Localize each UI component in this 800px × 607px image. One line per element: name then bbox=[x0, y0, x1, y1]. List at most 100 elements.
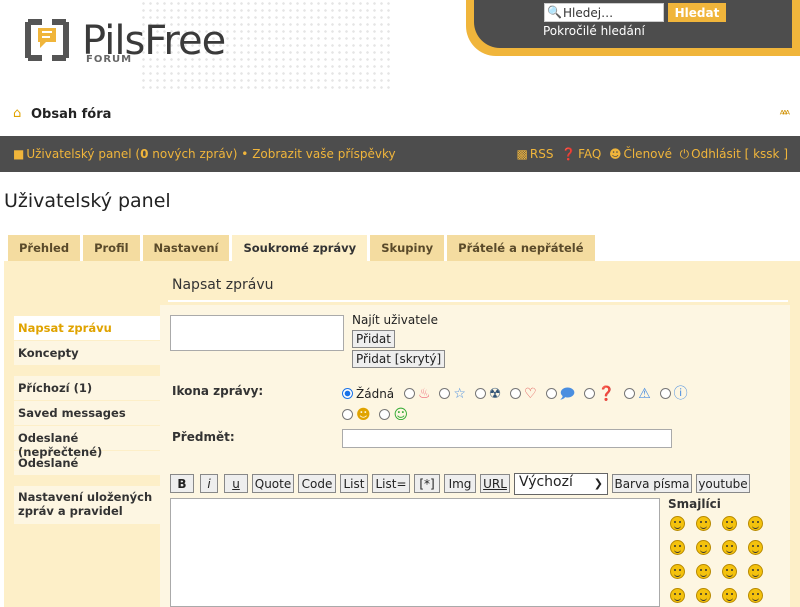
smiley-icon[interactable] bbox=[670, 516, 685, 531]
smiley-icon[interactable] bbox=[748, 540, 763, 555]
faq-icon: ❓ bbox=[561, 147, 577, 161]
icon-radio-warning[interactable] bbox=[624, 388, 636, 399]
add-hidden-button[interactable]: Přidat [skrytý] bbox=[352, 350, 446, 368]
smiley-icon[interactable] bbox=[722, 516, 737, 531]
recipients-textarea[interactable] bbox=[170, 315, 344, 351]
grin-icon: ☺ bbox=[393, 407, 409, 423]
site-logo[interactable]: PilsFree FORUM bbox=[24, 16, 244, 66]
search-panel-inner: 🔍 Hledat Pokročilé hledání bbox=[474, 0, 792, 48]
smiley-icon[interactable] bbox=[722, 540, 737, 555]
underline-button[interactable]: u bbox=[224, 474, 248, 493]
user-navbar: ■ Uživatelský panel (0 nových zpráv) • Zo… bbox=[0, 136, 800, 172]
smiley-icon[interactable] bbox=[670, 540, 685, 555]
pm-sidebar: Napsat zprávu Koncepty Příchozí (1) Save… bbox=[14, 316, 160, 525]
smiley-icon[interactable] bbox=[748, 516, 763, 531]
question-icon: ❓ bbox=[597, 386, 616, 402]
members-link[interactable]: Členové bbox=[623, 147, 672, 161]
navbar-right: ▩ RSS ❓ FAQ ☻ Členové ⏻ Odhlásit [ kssk ] bbox=[517, 147, 788, 162]
ordered-list-button[interactable]: List= bbox=[372, 474, 410, 493]
smiley-icon[interactable] bbox=[670, 588, 685, 603]
faq-link[interactable]: FAQ bbox=[578, 147, 601, 161]
rss-icon: ▩ bbox=[516, 147, 528, 161]
smile-icon: ☻ bbox=[356, 407, 371, 423]
tab-private-messages[interactable]: Soukromé zprávy bbox=[232, 235, 368, 262]
icon-none-label: Žádná bbox=[356, 387, 395, 401]
list-button[interactable]: List bbox=[340, 474, 368, 493]
logo-bracket-icon bbox=[25, 19, 69, 61]
find-user-link[interactable]: Najít uživatele bbox=[352, 313, 438, 327]
members-icon: ☻ bbox=[608, 147, 622, 161]
icon-radio-smile[interactable] bbox=[342, 409, 353, 420]
icon-radio-heart[interactable] bbox=[510, 388, 522, 399]
page-title: Uživatelský panel bbox=[4, 190, 171, 212]
icon-radio-none[interactable] bbox=[342, 388, 353, 399]
font-size-icon[interactable]: ᴬᴬᴬ bbox=[780, 108, 790, 121]
sidebar-item-inbox[interactable]: Příchozí (1) bbox=[14, 376, 160, 400]
icon-radio-radioactive[interactable] bbox=[474, 388, 486, 399]
url-button[interactable]: URL bbox=[480, 474, 510, 493]
icon-radio-question[interactable] bbox=[583, 388, 595, 399]
font-size-select[interactable]: Výchozí ❯ bbox=[514, 473, 608, 495]
smiley-icon[interactable] bbox=[696, 516, 711, 531]
logo-subtitle: FORUM bbox=[86, 54, 133, 65]
sidebar-item-rules[interactable]: Nastavení uložených zpráv a pravidel bbox=[14, 486, 160, 524]
smiley-icon[interactable] bbox=[748, 564, 763, 579]
warning-icon: ⚠ bbox=[638, 386, 651, 402]
subject-input[interactable] bbox=[342, 429, 672, 448]
ucp-link[interactable]: Uživatelský panel (0 nových zpráv) bbox=[26, 147, 237, 161]
speech-bubble-icon: 🗩 bbox=[559, 386, 576, 402]
ucp-link-prefix: Uživatelský panel ( bbox=[26, 147, 141, 161]
icon-radio-info[interactable] bbox=[659, 388, 671, 399]
smiley-icon[interactable] bbox=[670, 564, 685, 579]
icon-radio-star[interactable] bbox=[439, 388, 451, 399]
italic-button[interactable]: i bbox=[200, 474, 218, 493]
search-panel: 🔍 Hledat Pokročilé hledání bbox=[466, 0, 800, 56]
chevron-down-icon: ❯ bbox=[593, 477, 603, 490]
smiley-icon[interactable] bbox=[696, 564, 711, 579]
sidebar-item-drafts[interactable]: Koncepty bbox=[14, 341, 160, 365]
tab-settings[interactable]: Nastavení bbox=[142, 235, 230, 261]
tab-profile[interactable]: Profil bbox=[83, 235, 140, 261]
advanced-search-link[interactable]: Pokročilé hledání bbox=[543, 24, 645, 38]
sidebar-item-outbox[interactable]: Odeslané (nepřečtené) bbox=[14, 426, 160, 459]
icon-radio-fire[interactable] bbox=[403, 388, 415, 399]
navbar-separator: • bbox=[241, 147, 249, 161]
smiley-icon[interactable] bbox=[696, 540, 711, 555]
tab-groups[interactable]: Skupiny bbox=[370, 235, 445, 261]
tab-overview[interactable]: Přehled bbox=[8, 235, 81, 261]
star-icon: ☆ bbox=[453, 386, 466, 402]
smiley-icon[interactable] bbox=[696, 588, 711, 603]
icon-label: Ikona zprávy: bbox=[172, 384, 264, 398]
img-button[interactable]: Img bbox=[444, 474, 476, 493]
logout-link[interactable]: Odhlásit [ kssk ] bbox=[691, 147, 788, 161]
sidebar-item-saved[interactable]: Saved messages bbox=[14, 401, 160, 425]
ucp-link-suffix: nových zpráv) bbox=[148, 147, 238, 161]
search-button[interactable]: Hledat bbox=[668, 3, 726, 22]
fire-icon: ♨ bbox=[417, 386, 431, 402]
smiley-icon[interactable] bbox=[722, 588, 737, 603]
logout-icon: ⏻ bbox=[679, 147, 690, 161]
smiley-icon[interactable] bbox=[748, 588, 763, 603]
youtube-button[interactable]: youtube bbox=[696, 474, 750, 493]
sidebar-item-compose[interactable]: Napsat zprávu bbox=[14, 316, 160, 340]
ucp-tabs: Přehled Profil Nastavení Soukromé zprávy… bbox=[8, 235, 598, 262]
bbcode-toolbar: B i u Quote Code List List= [*] Img URL … bbox=[170, 473, 770, 495]
rss-link[interactable]: RSS bbox=[530, 147, 554, 161]
font-color-button[interactable]: Barva písma bbox=[612, 474, 692, 493]
tab-friends-foes[interactable]: Přátelé a nepřátelé bbox=[447, 235, 595, 261]
list-item-button[interactable]: [*] bbox=[414, 474, 440, 493]
your-posts-link[interactable]: Zobrazit vaše příspěvky bbox=[252, 147, 395, 161]
smiley-icon[interactable] bbox=[722, 564, 737, 579]
user-panel-icon: ■ bbox=[13, 147, 25, 161]
search-input[interactable] bbox=[544, 3, 664, 22]
smilies-title: Smajlíci bbox=[668, 497, 721, 511]
add-button[interactable]: Přidat bbox=[352, 330, 395, 348]
quote-button[interactable]: Quote bbox=[252, 474, 294, 493]
message-textarea[interactable] bbox=[170, 498, 660, 607]
bold-button[interactable]: B bbox=[170, 474, 194, 493]
compose-title: Napsat zprávu bbox=[172, 277, 274, 293]
breadcrumb-home-link[interactable]: Obsah fóra bbox=[31, 107, 111, 122]
icon-radio-speech[interactable] bbox=[545, 388, 557, 399]
icon-radio-grin[interactable] bbox=[379, 409, 391, 420]
code-button[interactable]: Code bbox=[298, 474, 336, 493]
